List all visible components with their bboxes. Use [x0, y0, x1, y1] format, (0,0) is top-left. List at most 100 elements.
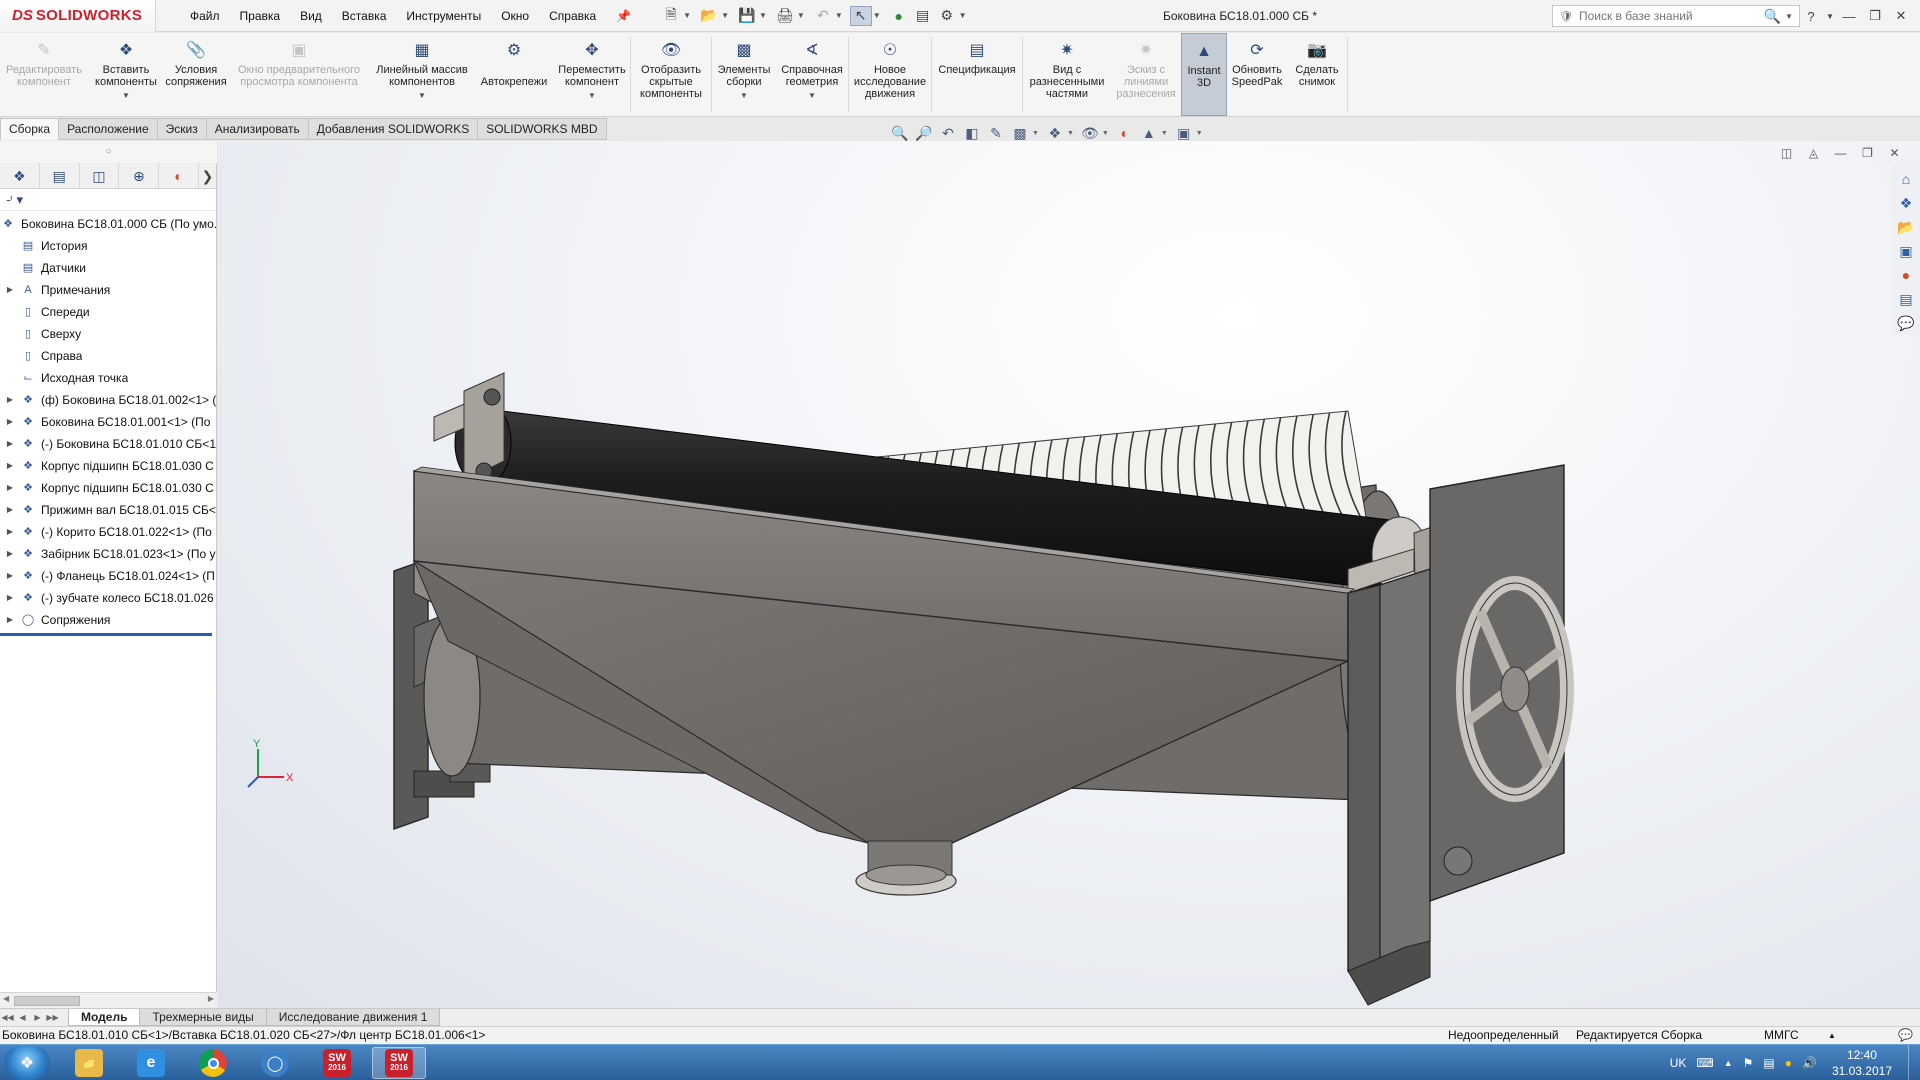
search-scope-icon[interactable]: 🛡	[1559, 10, 1573, 23]
search-caret-icon[interactable]: ▼	[1785, 12, 1793, 21]
hide-show-items-icon[interactable]: 👁	[1078, 122, 1102, 144]
scrollbar-thumb[interactable]	[14, 996, 80, 1006]
tree-item[interactable]: ▶ ❖ (-) Корито БС18.01.022<1> (По	[0, 521, 216, 543]
section-view-icon[interactable]: ◧	[960, 122, 984, 144]
assembly-features-button[interactable]: ▩ Элементы сборки ▼	[712, 33, 776, 116]
show-desktop-button[interactable]	[1908, 1045, 1920, 1080]
taskbar-solidworks-2[interactable]: SW 2016	[372, 1047, 426, 1079]
undo-icon[interactable]: ↶	[812, 6, 834, 26]
edit-component-button[interactable]: ✎ Редактировать компонент	[0, 33, 88, 116]
feature-tree-tab-icon[interactable]: ❖	[0, 163, 40, 189]
move-component-caret-icon[interactable]: ▼	[588, 90, 596, 102]
tab-prev-icon[interactable]: ◀	[15, 1013, 30, 1022]
custom-properties-icon[interactable]: ▤	[1895, 288, 1917, 310]
open-caret-icon[interactable]: ▼	[721, 11, 729, 20]
update-speedpak-button[interactable]: ⟳ Обновить SpeedPak	[1227, 33, 1287, 116]
view-orientation-caret-icon[interactable]: ▼	[1032, 130, 1039, 137]
tree-item[interactable]: ▶ ❖ Корпус підшипн БС18.01.030 С	[0, 455, 216, 477]
assembly-features-caret-icon[interactable]: ▼	[740, 90, 748, 102]
new-caret-icon[interactable]: ▼	[683, 11, 691, 20]
view-settings-caret-icon[interactable]: ▼	[1196, 130, 1203, 137]
expand-arrow-icon[interactable]: ▶	[4, 455, 16, 477]
reference-geometry-button[interactable]: ∢ Справочная геометрия ▼	[776, 33, 848, 116]
tree-item[interactable]: ⌙ Исходная точка	[0, 367, 216, 389]
expand-arrow-icon[interactable]: ▶	[4, 499, 16, 521]
menu-tools[interactable]: Инструменты	[396, 0, 491, 32]
more-tabs-chevron-icon[interactable]: ❯	[199, 163, 216, 189]
menu-window[interactable]: Окно	[491, 0, 539, 32]
tab-sketch[interactable]: Эскиз	[157, 118, 207, 140]
help-icon[interactable]: ?	[1798, 9, 1824, 24]
knowledge-base-search[interactable]: 🛡 🔍 ▼	[1552, 5, 1800, 27]
apply-scene-caret-icon[interactable]: ▼	[1161, 130, 1168, 137]
select-arrow-icon[interactable]: ↖	[849, 5, 872, 26]
roller-bracket-left[interactable]	[433, 372, 505, 482]
rebuild-icon[interactable]: ●	[888, 6, 910, 26]
tab-last-icon[interactable]: ▶▶	[45, 1013, 60, 1022]
take-snapshot-button[interactable]: 📷 Сделать снимок	[1287, 33, 1347, 116]
expand-arrow-icon[interactable]: ▶	[4, 433, 16, 455]
save-caret-icon[interactable]: ▼	[759, 11, 767, 20]
configuration-tab-icon[interactable]: ◫	[80, 163, 120, 189]
display-style-icon[interactable]: ❖	[1043, 122, 1067, 144]
undo-caret-icon[interactable]: ▼	[835, 11, 843, 20]
new-document-icon[interactable]: 🗎	[660, 6, 682, 26]
exploded-view-button[interactable]: ✷ Вид с разнесенными частями	[1023, 33, 1111, 116]
property-manager-tab-icon[interactable]: ▤	[40, 163, 80, 189]
graphics-area[interactable]: Y X ◫ ◬ — ❐ ✕ ⌂ ❖ 📂 ▣ ● ▤ 💬	[218, 141, 1920, 1008]
taskbar-chrome[interactable]	[186, 1047, 240, 1079]
scroll-right-icon[interactable]: ▶	[208, 994, 214, 1003]
close-icon[interactable]: ✕	[1888, 8, 1914, 24]
search-input[interactable]	[1578, 9, 1764, 23]
open-folder-icon[interactable]: 📂	[698, 6, 720, 26]
expand-arrow-icon[interactable]: ▶	[4, 565, 16, 587]
tab-mbd[interactable]: SOLIDWORKS MBD	[478, 118, 607, 140]
pin-menu-icon[interactable]: 📌	[606, 0, 641, 32]
zoom-to-area-icon[interactable]: 🔎	[912, 122, 936, 144]
panel-grip-icon[interactable]: ○	[0, 141, 217, 163]
menu-edit[interactable]: Правка	[230, 0, 291, 32]
tab-layout[interactable]: Расположение	[59, 118, 158, 140]
tree-item[interactable]: ▶ ❖ Забірник БС18.01.023<1> (По у	[0, 543, 216, 565]
apply-scene-icon[interactable]: ▲	[1137, 122, 1161, 144]
tree-item[interactable]: ▯ Спереди	[0, 301, 216, 323]
display-manager-tab-icon[interactable]: ◐	[159, 163, 200, 189]
tab-first-icon[interactable]: ◀◀	[0, 1013, 15, 1022]
new-motion-study-button[interactable]: ☉ Новое исследование движения	[849, 33, 931, 116]
options-gear-icon[interactable]: ⚙	[936, 6, 958, 26]
bom-button[interactable]: ▤ Спецификация	[932, 33, 1022, 116]
zoom-to-fit-icon[interactable]: 🔍	[888, 122, 912, 144]
solidworks-resources-home-icon[interactable]: ⌂	[1895, 168, 1917, 190]
tree-item[interactable]: ▶ ❖ Боковина БС18.01.001<1> (По	[0, 411, 216, 433]
status-units[interactable]: ММГС	[1764, 1027, 1799, 1044]
minimize-icon[interactable]: —	[1836, 9, 1862, 24]
scroll-left-icon[interactable]: ◀	[3, 994, 9, 1003]
menu-file[interactable]: Файл	[180, 0, 230, 32]
display-style-caret-icon[interactable]: ▼	[1067, 130, 1074, 137]
units-caret-icon[interactable]: ▲	[1828, 1027, 1836, 1044]
show-hidden-button[interactable]: 👁 Отобразить скрытые компоненты	[631, 33, 711, 116]
hide-show-caret-icon[interactable]: ▼	[1102, 130, 1109, 137]
tab-addins[interactable]: Добавления SOLIDWORKS	[308, 118, 479, 140]
linear-pattern-caret-icon[interactable]: ▼	[418, 90, 426, 102]
file-explorer-icon[interactable]: 📂	[1895, 216, 1917, 238]
tree-item[interactable]: ▶ ❖ (-) Фланець БС18.01.024<1> (П	[0, 565, 216, 587]
taskbar-internet-explorer[interactable]: e	[124, 1047, 178, 1079]
view-palette-icon[interactable]: ▣	[1895, 240, 1917, 262]
previous-view-icon[interactable]: ↶	[936, 122, 960, 144]
keyboard-icon[interactable]: ⌨	[1696, 1056, 1713, 1070]
menu-help[interactable]: Справка	[539, 0, 606, 32]
help-caret-icon[interactable]: ▼	[1824, 12, 1836, 21]
expand-arrow-icon[interactable]: ▶	[4, 521, 16, 543]
restore-icon[interactable]: ❐	[1862, 8, 1888, 24]
tab-next-icon[interactable]: ▶	[30, 1013, 45, 1022]
search-icon[interactable]: 🔍	[1764, 8, 1781, 25]
tree-item[interactable]: ▶ A Примечания	[0, 279, 216, 301]
move-component-button[interactable]: ✥ Переместить компонент ▼	[554, 33, 630, 116]
tree-root-assembly[interactable]: ❖ Боковина БС18.01.000 СБ (По умо...	[0, 213, 216, 235]
print-caret-icon[interactable]: ▼	[797, 11, 805, 20]
tree-item[interactable]: ▤ Датчики	[0, 257, 216, 279]
tab-3d-views[interactable]: Трехмерные виды	[139, 1009, 267, 1026]
tree-horizontal-scrollbar[interactable]: ◀ ▶	[0, 992, 217, 1008]
tree-item[interactable]: ▶ ❖ (ф) Боковина БС18.01.002<1> (	[0, 389, 216, 411]
